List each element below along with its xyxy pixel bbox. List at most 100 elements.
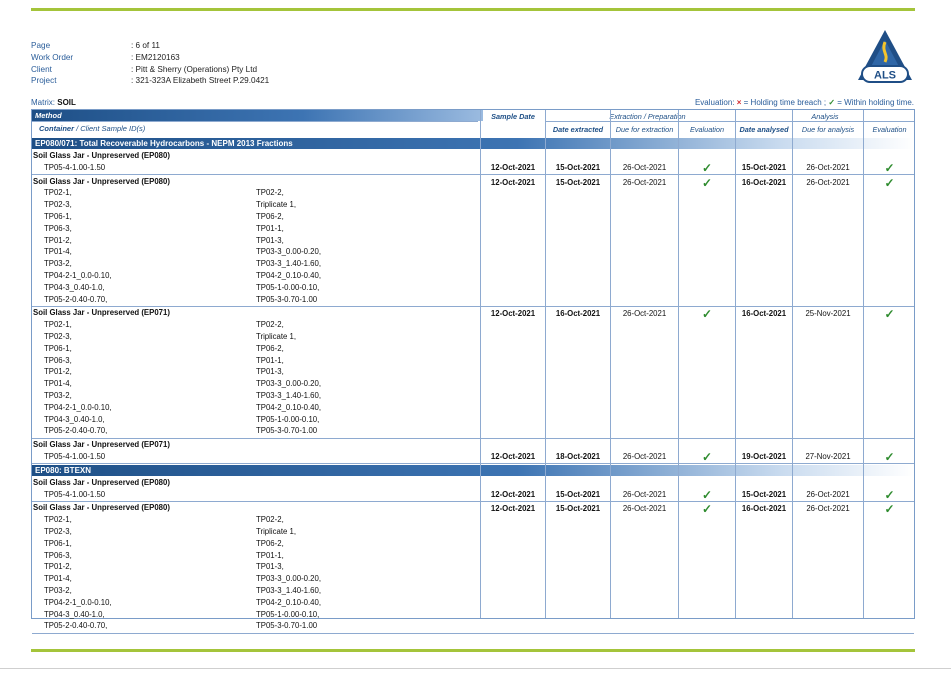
date-extracted-value: 16-Oct-2021: [555, 309, 601, 319]
sample-id: TP01-4,: [44, 574, 72, 584]
row-divider: [32, 463, 914, 465]
sample-id: TP03-3_1.40-1.60,: [256, 585, 322, 595]
due-extraction-value: 26-Oct-2021: [622, 177, 667, 187]
evaluation-header-extraction: Evaluation: [689, 125, 725, 134]
container-title: Soil Glass Jar - Unpreserved (EP071): [33, 440, 170, 450]
sample-row: TP02-3, Triplicate 1,: [32, 199, 321, 211]
sample-date-header: Sample Date: [491, 112, 535, 121]
check-icon: ✓: [884, 175, 895, 190]
header-value: : EM2120163: [131, 52, 180, 62]
sample-row: TP02-3, Triplicate 1,: [32, 331, 321, 343]
sample-id: TP01-4,: [44, 247, 72, 257]
header-value: : Pitt & Sherry (Operations) Pty Ltd: [131, 64, 258, 74]
sample-id: TP04-3_0.40-1.0,: [44, 609, 105, 619]
sample-id: TP06-3,: [44, 355, 72, 365]
analysis-group-header: Analysis: [811, 112, 839, 121]
legend-breach-text: = Holding time breach ;: [741, 98, 829, 107]
sample-id: TP06-3,: [44, 550, 72, 560]
date-analysed-value: 15-Oct-2021: [741, 162, 787, 172]
sample-id: TP03-3_0.00-0.20,: [256, 247, 322, 257]
check-icon: ✓: [701, 160, 713, 175]
sample-date-value: 12-Oct-2021: [490, 504, 536, 514]
method-header: Method: [32, 110, 483, 121]
container-header: Container / Client Sample ID(s): [32, 122, 487, 136]
check-icon: ✓: [884, 487, 895, 502]
sample-row: TP02-1, TP02-2,: [32, 514, 321, 526]
date-extracted-value: 15-Oct-2021: [555, 162, 601, 172]
matrix-value: SOIL: [57, 98, 76, 107]
sample-id: TP02-2,: [256, 188, 284, 198]
container-group: Soil Glass Jar - Unpreserved (EP080) TP05…: [32, 477, 256, 501]
header-label: Work Order: [31, 52, 74, 62]
sample-date-value: 12-Oct-2021: [490, 489, 536, 499]
sample-id: TP06-2,: [256, 211, 284, 221]
sample-id: TP01-2,: [44, 367, 72, 377]
due-analysis-header: Due for analysis: [801, 125, 855, 134]
sample-row: TP01-4, TP03-3_0.00-0.20,: [32, 246, 321, 258]
date-extracted-value: 15-Oct-2021: [555, 504, 601, 514]
date-analysed-value: 15-Oct-2021: [741, 489, 787, 499]
sample-id: TP05-2-0.40-0.70,: [44, 621, 108, 631]
sample-id: TP06-1,: [44, 538, 72, 548]
header-divider: [545, 121, 914, 122]
sample-row: TP04-3_0.40-1.0, TP05-1-0.00-0.10,: [32, 282, 321, 294]
sample-row: TP04-3_0.40-1.0, TP05-1-0.00-0.10,: [32, 609, 321, 621]
sample-id: TP06-1,: [44, 211, 72, 221]
sample-id: TP04-2_0.10-0.40,: [256, 270, 322, 280]
due-analysis-value: 26-Oct-2021: [806, 162, 850, 172]
sample-id: TP03-2,: [44, 390, 72, 400]
extraction-group-header: Extraction / Preparation: [609, 112, 686, 121]
sample-id: TP05-3-0.70-1.00: [256, 426, 318, 436]
holding-time-table: Method Container / Client Sample ID(s) S…: [31, 109, 915, 634]
sample-id: TP04-2-1_0.0-0.10,: [44, 597, 112, 607]
sample-id: TP01-3,: [256, 562, 284, 572]
sample-id: TP04-2-1_0.0-0.10,: [44, 402, 112, 412]
sample-id: TP05-4-1.00-1.50: [44, 451, 106, 461]
date-analysed-value: 16-Oct-2021: [741, 309, 787, 319]
header-row-client: Client: Pitt & Sherry (Operations) Pty L…: [31, 64, 269, 76]
container-title: Soil Glass Jar - Unpreserved (EP080): [33, 151, 170, 160]
sample-id: TP01-1,: [256, 550, 284, 560]
sample-id: TP05-4-1.00-1.50: [44, 162, 106, 172]
sample-id: TP01-1,: [256, 223, 284, 233]
sample-date-value: 12-Oct-2021: [490, 452, 536, 461]
matrix-label-text: Matrix:: [31, 98, 58, 107]
evaluation-header-analysis: Evaluation: [872, 125, 907, 134]
date-analysed-value: 16-Oct-2021: [741, 504, 787, 514]
date-analysed-header: Date analysed: [739, 125, 789, 134]
top-accent-bar: [31, 8, 915, 11]
sample-id: TP06-3,: [44, 223, 72, 233]
date-extracted-value: 18-Oct-2021: [555, 452, 601, 461]
sample-id: TP02-1,: [44, 320, 72, 330]
check-icon: ✓: [701, 450, 713, 464]
header-value: : 321-323A Elizabeth Street P.29.0421: [131, 76, 270, 86]
sample-row: TP05-4-1.00-1.50: [32, 162, 256, 174]
sample-row: TP06-1, TP06-2,: [32, 538, 321, 550]
sample-id: TP02-3,: [44, 200, 72, 210]
due-extraction-value: 26-Oct-2021: [622, 309, 667, 319]
section-header: EP080/071: Total Recoverable Hydrocarbon…: [32, 138, 914, 149]
sample-date-value: 12-Oct-2021: [490, 309, 536, 319]
sample-id: TP03-3_0.00-0.20,: [256, 574, 322, 584]
sample-id: TP02-1,: [44, 515, 72, 525]
sample-id: TP02-2,: [256, 515, 284, 525]
due-extraction-value: 26-Oct-2021: [622, 504, 667, 514]
check-icon: ✓: [884, 160, 895, 175]
section-header: EP080: BTEXN: [32, 464, 914, 476]
sample-date-value: 12-Oct-2021: [490, 162, 536, 172]
check-icon: ✓: [701, 502, 713, 517]
sample-id: TP04-3_0.40-1.0,: [44, 414, 105, 424]
check-icon: ✓: [884, 450, 895, 464]
sample-row: TP04-3_0.40-1.0, TP05-1-0.00-0.10,: [32, 414, 321, 426]
sample-id: TP01-3,: [256, 235, 284, 245]
sample-id: Triplicate 1,: [256, 526, 297, 536]
sample-id: TP01-2,: [44, 235, 72, 245]
sample-row: TP06-3, TP01-1,: [32, 355, 321, 367]
row-divider: [32, 174, 914, 176]
container-group: Soil Glass Jar - Unpreserved (EP071) TP05…: [32, 439, 256, 463]
sample-id: TP06-2,: [256, 343, 284, 353]
header-label: Project: [31, 76, 57, 86]
sample-row: TP03-2, TP03-3_1.40-1.60,: [32, 258, 321, 270]
sample-row: TP02-3, Triplicate 1,: [32, 526, 321, 538]
sample-id: TP04-3_0.40-1.0,: [44, 282, 105, 292]
